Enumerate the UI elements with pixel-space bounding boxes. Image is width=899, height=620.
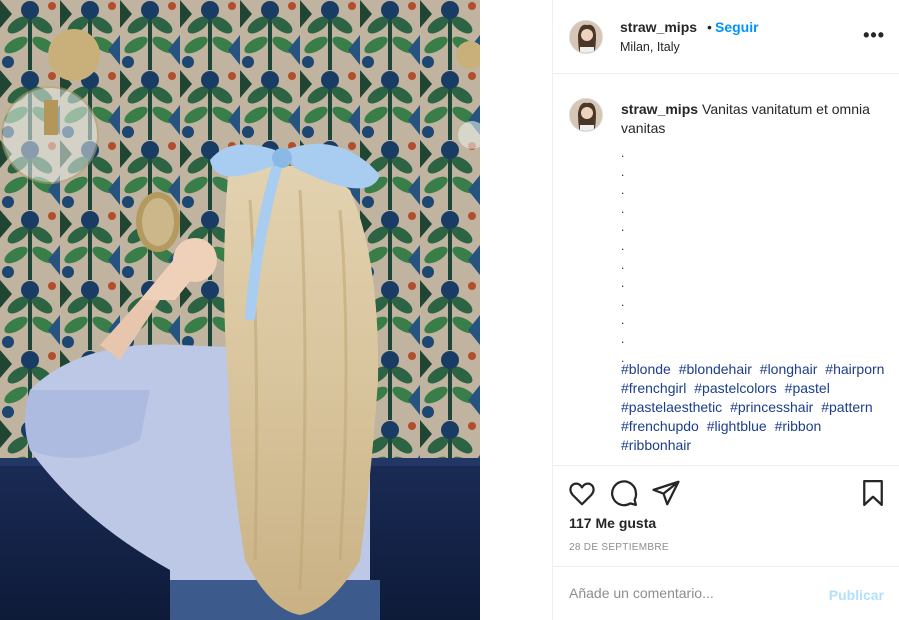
caption-dot-line: .	[621, 220, 625, 235]
avatar[interactable]	[569, 98, 603, 132]
avatar[interactable]	[569, 20, 603, 54]
caption-username[interactable]: straw_mips	[621, 101, 698, 117]
hashtag-link[interactable]: #hairporn	[825, 361, 884, 377]
hashtag-link[interactable]: #blonde	[621, 361, 671, 377]
comment-icon[interactable]	[609, 478, 639, 508]
hashtag-link[interactable]: #lightblue	[707, 418, 767, 434]
comment-bar: Publicar	[553, 566, 899, 620]
post-header: straw_mips • Seguir Milan, Italy •••	[553, 0, 899, 74]
more-options-icon[interactable]: •••	[863, 26, 885, 44]
hashtag-link[interactable]: #ribbonhair	[621, 437, 691, 453]
hashtag-link[interactable]: #frenchgirl	[621, 380, 686, 396]
caption-dot-line: .	[621, 183, 625, 198]
paper-plane-icon[interactable]	[651, 478, 681, 508]
post-side-panel: straw_mips • Seguir Milan, Italy ••• str…	[552, 0, 899, 620]
location-link[interactable]: Milan, Italy	[620, 40, 680, 54]
caption-text: straw_mips Vanitas vanitatum et omnia van…	[621, 100, 891, 138]
caption-dot-line: .	[621, 331, 625, 346]
hashtag-link[interactable]: #pastelcolors	[694, 380, 777, 396]
hashtag-link[interactable]: #pattern	[821, 399, 872, 415]
caption-dot-line: .	[621, 238, 625, 253]
caption-section: straw_mips Vanitas vanitatum et omnia van…	[553, 74, 899, 466]
hashtag-link[interactable]: #pastel	[785, 380, 830, 396]
separator-dot: •	[707, 19, 712, 35]
caption-dot-line: .	[621, 201, 625, 216]
caption-dot-line: .	[621, 313, 625, 328]
publish-button[interactable]: Publicar	[829, 587, 884, 603]
caption-dot-line: .	[621, 164, 625, 179]
likes-count[interactable]: 117 Me gusta	[569, 515, 656, 531]
caption-dots: ............	[621, 144, 624, 367]
caption-dot-line: .	[621, 257, 625, 272]
comment-input[interactable]	[569, 585, 809, 601]
hashtag-link[interactable]: #frenchupdo	[621, 418, 699, 434]
bookmark-icon[interactable]	[858, 478, 888, 508]
caption-dot-line: .	[621, 276, 625, 291]
caption-dot-line: .	[621, 146, 625, 160]
hashtag-link[interactable]: #pastelaesthetic	[621, 399, 722, 415]
post-date: 28 DE SEPTIEMBRE	[569, 542, 669, 553]
post-photo[interactable]	[0, 0, 480, 620]
action-bar	[553, 478, 899, 510]
follow-button[interactable]: Seguir	[715, 19, 759, 35]
hashtag-list: #blonde #blondehair #longhair #hairporn …	[621, 360, 893, 455]
hashtag-link[interactable]: #princesshair	[730, 399, 813, 415]
hashtag-link[interactable]: #blondehair	[679, 361, 752, 377]
caption-dot-line: .	[621, 294, 625, 309]
hashtag-link[interactable]: #longhair	[760, 361, 818, 377]
hashtag-link[interactable]: #ribbon	[775, 418, 822, 434]
white-gap	[480, 0, 552, 620]
username-link[interactable]: straw_mips	[620, 19, 697, 35]
heart-icon[interactable]	[567, 478, 597, 508]
